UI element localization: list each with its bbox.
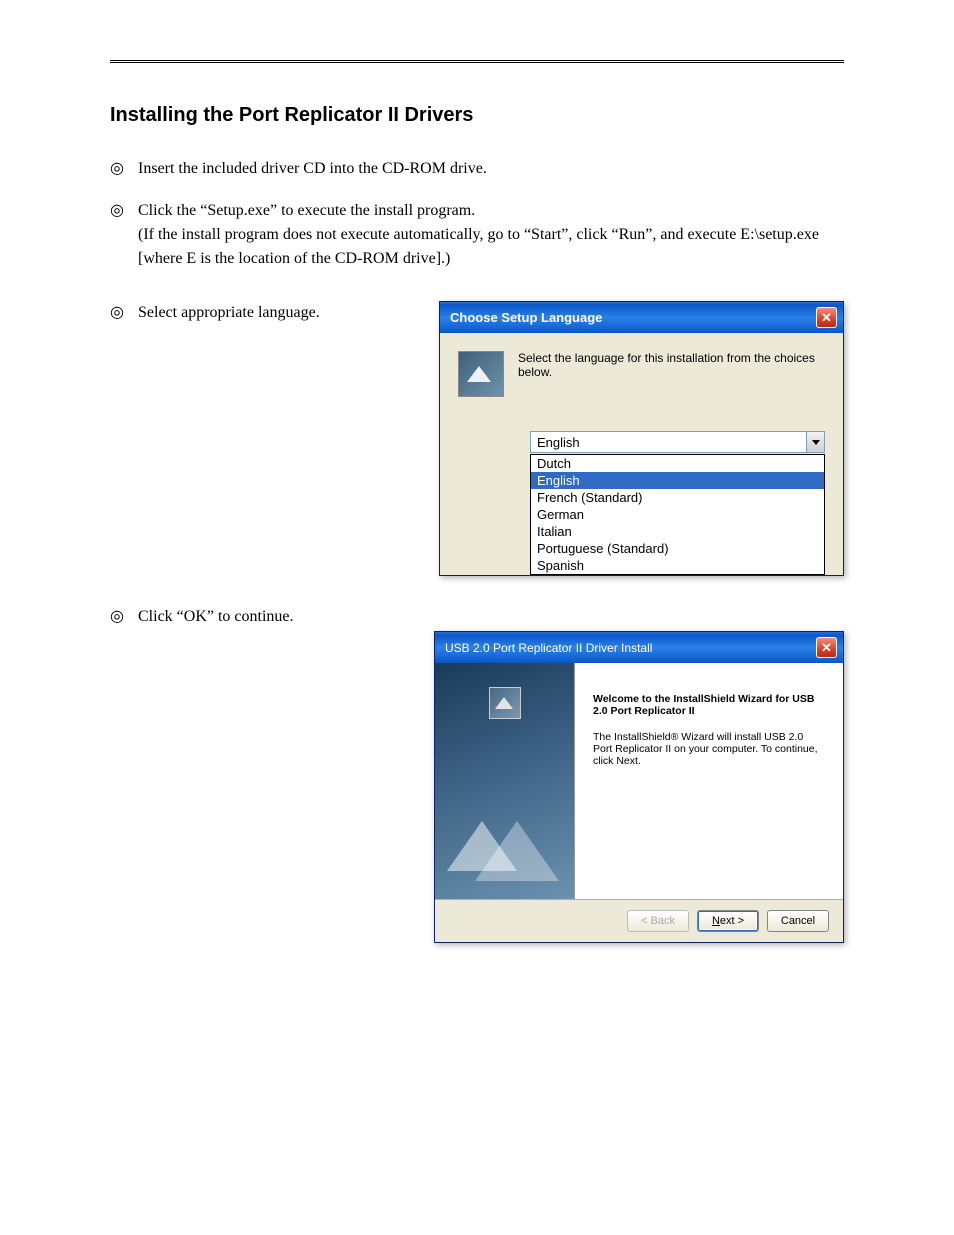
- wizard-description: The InstallShield® Wizard will install U…: [593, 731, 825, 767]
- cancel-button-label: Cancel: [781, 915, 815, 927]
- language-selected-value: English: [537, 435, 580, 450]
- bullet-icon: ◎: [110, 605, 128, 629]
- step-text-line: (If the install program does not execute…: [138, 226, 819, 267]
- language-option[interactable]: English: [531, 472, 824, 489]
- wizard-content: Welcome to the InstallShield Wizard for …: [575, 663, 843, 899]
- language-option[interactable]: Dutch: [531, 455, 824, 472]
- installshield-icon: [458, 351, 504, 397]
- language-option[interactable]: Italian: [531, 523, 824, 540]
- language-options-list[interactable]: DutchEnglishFrench (Standard)GermanItali…: [530, 454, 825, 575]
- language-option[interactable]: Spanish: [531, 557, 824, 574]
- section-heading: Installing the Port Replicator II Driver…: [110, 104, 844, 127]
- language-option[interactable]: Portuguese (Standard): [531, 540, 824, 557]
- titlebar: USB 2.0 Port Replicator II Driver Instal…: [435, 632, 843, 663]
- dialog-title: Choose Setup Language: [446, 310, 602, 325]
- step-text-line: Click the “Setup.exe” to execute the ins…: [138, 202, 475, 219]
- back-button-label: < Back: [641, 915, 675, 927]
- horizontal-divider: [110, 60, 844, 64]
- step-3: ◎ Select appropriate language.: [110, 301, 410, 325]
- close-icon[interactable]: ✕: [816, 637, 837, 658]
- dialog-title: USB 2.0 Port Replicator II Driver Instal…: [441, 641, 652, 655]
- cancel-button[interactable]: Cancel: [767, 910, 829, 932]
- step-4: ◎ Click “OK” to continue.: [110, 605, 410, 629]
- bullet-icon: ◎: [110, 301, 128, 325]
- step-text: Select appropriate language.: [138, 301, 410, 325]
- install-wizard-dialog: USB 2.0 Port Replicator II Driver Instal…: [434, 631, 844, 943]
- language-dropdown[interactable]: English: [530, 431, 825, 453]
- back-button: < Back: [627, 910, 689, 932]
- wizard-button-row: < Back Next > Cancel: [435, 899, 843, 942]
- step-1: ◎ Insert the included driver CD into the…: [110, 157, 844, 181]
- next-button[interactable]: Next >: [697, 910, 759, 932]
- bullet-icon: ◎: [110, 157, 128, 181]
- step-text: Click the “Setup.exe” to execute the ins…: [138, 199, 844, 271]
- bullet-icon: ◎: [110, 199, 128, 223]
- wizard-welcome-heading: Welcome to the InstallShield Wizard for …: [593, 693, 825, 717]
- wizard-side-graphic: [435, 663, 575, 899]
- step-2: ◎ Click the “Setup.exe” to execute the i…: [110, 199, 844, 271]
- language-option[interactable]: German: [531, 506, 824, 523]
- step-text: Insert the included driver CD into the C…: [138, 157, 844, 181]
- language-option[interactable]: French (Standard): [531, 489, 824, 506]
- choose-language-dialog: Choose Setup Language ✕ Select the langu…: [439, 301, 844, 576]
- chevron-down-icon[interactable]: [806, 432, 824, 452]
- language-dialog-screenshot: Choose Setup Language ✕ Select the langu…: [439, 301, 844, 576]
- next-button-label: Next >: [712, 915, 744, 927]
- close-icon[interactable]: ✕: [816, 307, 837, 328]
- dialog-message: Select the language for this installatio…: [518, 351, 825, 397]
- installshield-icon: [489, 687, 521, 719]
- install-wizard-screenshot: USB 2.0 Port Replicator II Driver Instal…: [434, 631, 844, 943]
- step-text: Click “OK” to continue.: [138, 605, 410, 629]
- titlebar: Choose Setup Language ✕: [440, 302, 843, 333]
